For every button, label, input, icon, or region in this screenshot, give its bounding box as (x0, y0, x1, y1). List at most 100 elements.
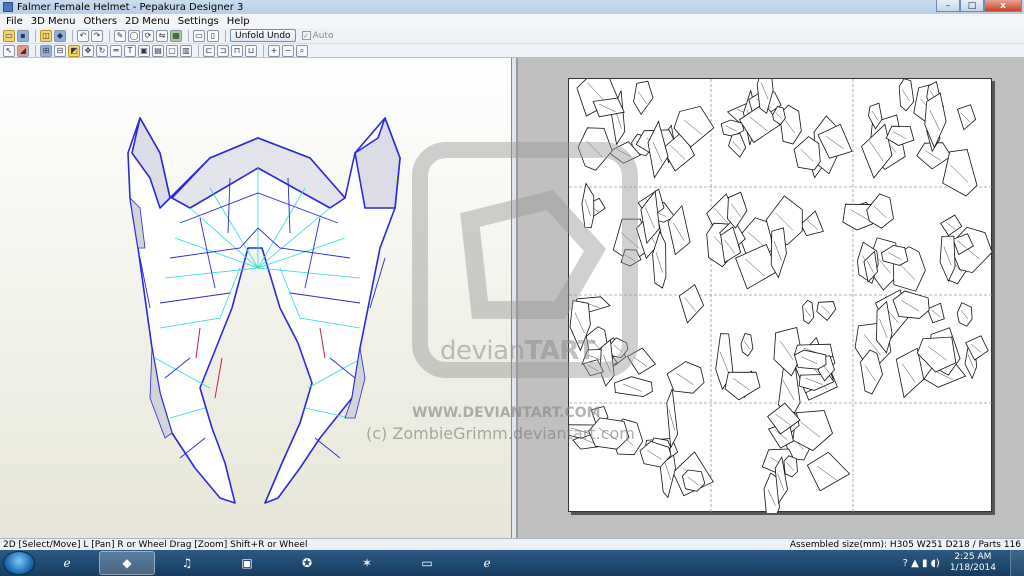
menu-3d[interactable]: 3D Menu (27, 16, 80, 27)
fit-page-icon[interactable]: ▥ (180, 44, 192, 57)
start-button[interactable] (3, 551, 35, 575)
status-bar: 2D [Select/Move] L [Pan] R or Wheel Drag… (0, 538, 1024, 550)
save-icon[interactable]: ▪ (17, 29, 29, 42)
unfolded-part[interactable] (626, 347, 657, 375)
menu-help[interactable]: Help (223, 16, 254, 27)
auto-checkbox[interactable]: ✓ Auto (301, 31, 333, 41)
unfolded-part[interactable] (783, 455, 798, 478)
disconnect-icon[interactable]: ⊟ (54, 44, 66, 57)
title-bar: Falmer Female Helmet - Pepakura Designer… (0, 0, 1024, 14)
unfolded-part[interactable] (728, 133, 747, 158)
align-left-icon[interactable]: ⊏ (203, 44, 215, 57)
grid-icon[interactable]: ▤ (152, 44, 164, 57)
ruler-icon[interactable]: ═ (110, 44, 122, 57)
unfolded-part[interactable] (940, 214, 963, 237)
paint-icon[interactable]: ◢ (17, 44, 29, 57)
status-assembled-size: Assembled size(mm): H305 W251 D218 / Par… (789, 539, 1021, 550)
unfolded-part[interactable] (924, 92, 947, 149)
clock[interactable]: 2:25 AM 1/18/2014 (950, 552, 996, 574)
unfold-icon[interactable]: ◫ (40, 29, 52, 42)
unfolded-part[interactable] (727, 191, 748, 229)
taskbar-app-icon[interactable]: ✪ (279, 551, 335, 575)
toolbar-separator (35, 44, 36, 57)
zoom-in-icon[interactable]: + (268, 44, 280, 57)
zoom-fit-icon[interactable]: ⌕ (296, 44, 308, 57)
taskbar-ie2-icon[interactable]: ℯ (459, 551, 515, 575)
select-move-icon[interactable]: ↖ (3, 44, 15, 57)
menu-others[interactable]: Others (79, 16, 121, 27)
rotate-icon[interactable]: ⟳ (142, 29, 154, 42)
texture-icon[interactable]: ▦ (170, 29, 182, 42)
unfolded-part[interactable] (678, 284, 705, 324)
unfolded-part[interactable] (720, 119, 745, 137)
system-tray: ? ▲ ▮ ◖) 2:25 AM 1/18/2014 (903, 550, 996, 576)
undo-icon[interactable]: ↶ (77, 29, 89, 42)
unfolded-part[interactable] (577, 127, 613, 171)
unfolded-part[interactable] (666, 361, 705, 394)
3d-view-pane[interactable] (0, 58, 512, 538)
rotate-part-icon[interactable]: ↻ (96, 44, 108, 57)
clock-time: 2:25 AM (954, 552, 992, 562)
window-controls: – □ x (936, 0, 1022, 12)
show-desktop-button[interactable] (1010, 550, 1024, 576)
unfolded-parts (561, 62, 993, 519)
text-icon[interactable]: T (124, 44, 136, 57)
unfolded-part[interactable] (802, 299, 815, 325)
unfolded-part[interactable] (898, 78, 915, 112)
unfolded-part[interactable] (806, 451, 851, 492)
taskbar-pepakura-icon[interactable]: ◆ (99, 551, 155, 575)
redo-icon[interactable]: ↷ (91, 29, 103, 42)
watermark-url: WWW.DEVIANTART.COM (412, 405, 601, 421)
window-title: Falmer Female Helmet - Pepakura Designer… (17, 1, 244, 13)
taskbar-star-icon[interactable]: ✶ (339, 551, 395, 575)
single-view-icon[interactable]: ▭ (193, 29, 205, 42)
cube-icon[interactable]: ◆ (54, 29, 66, 42)
pepakura-app-icon (3, 2, 13, 12)
taskbar-ie-icon[interactable]: ℯ (39, 551, 95, 575)
cylinder-icon[interactable]: ◯ (128, 29, 140, 42)
open-folder-icon[interactable]: ▭ (3, 29, 15, 42)
menu-2d[interactable]: 2D Menu (121, 16, 174, 27)
unfolded-part[interactable] (800, 210, 824, 237)
align-center-icon[interactable]: ⊐ (217, 44, 229, 57)
checkmark-icon: ✓ (301, 31, 311, 40)
unfolded-parts-layout (561, 62, 993, 519)
main-toolbar: ▭ ▪ ◫ ◆ ↶ ↷ ✎ ◯ ⟳ ⇋ ▦ ▭ ▯ Unfold Undo ✓ … (0, 28, 1024, 44)
align-top-icon[interactable]: ⊔ (245, 44, 257, 57)
toolbar-separator (188, 29, 189, 42)
unfolded-part[interactable] (724, 371, 761, 401)
join-edge-icon[interactable]: ⊞ (40, 44, 52, 57)
edit-edge-icon[interactable]: ✎ (114, 29, 126, 42)
unfolded-part[interactable] (957, 104, 977, 131)
unfolded-part[interactable] (613, 376, 653, 398)
pattern-sheet (561, 62, 993, 519)
menu-file[interactable]: File (2, 16, 27, 27)
flap-icon[interactable]: ◩ (68, 44, 80, 57)
tray-icons[interactable]: ? ▲ ▮ ◖) (903, 558, 940, 569)
taskbar-music-icon[interactable]: ♫ (159, 551, 215, 575)
zoom-out-icon[interactable]: − (282, 44, 294, 57)
move-part-icon[interactable]: ✥ (82, 44, 94, 57)
unfolded-part[interactable] (956, 302, 973, 327)
unfolded-part[interactable] (926, 302, 945, 324)
minimize-button[interactable]: – (936, 0, 960, 12)
unfolded-part[interactable] (633, 80, 654, 116)
split-view-icon[interactable]: ▯ (207, 29, 219, 42)
taskbar-folder-icon[interactable]: ▭ (399, 551, 455, 575)
2d-view-pane[interactable] (516, 58, 1024, 538)
taskbar-media-icon[interactable]: ▣ (219, 551, 275, 575)
menu-settings[interactable]: Settings (174, 16, 223, 27)
page-icon[interactable]: ▢ (166, 44, 178, 57)
close-button[interactable]: x (984, 0, 1022, 12)
unfolded-part[interactable] (816, 301, 837, 321)
maximize-button[interactable]: □ (960, 0, 984, 12)
unfold-undo-button[interactable]: Unfold Undo (230, 29, 296, 42)
align-right-icon[interactable]: ⊓ (231, 44, 243, 57)
menu-bar: File 3D Menu Others 2D Menu Settings Hel… (0, 14, 1024, 28)
unfolded-part[interactable] (681, 469, 706, 492)
unfolded-part[interactable] (740, 333, 754, 357)
image-icon[interactable]: ▣ (138, 44, 150, 57)
unfolded-part[interactable] (793, 136, 821, 171)
flip-icon[interactable]: ⇋ (156, 29, 168, 42)
unfolded-part[interactable] (581, 182, 595, 229)
